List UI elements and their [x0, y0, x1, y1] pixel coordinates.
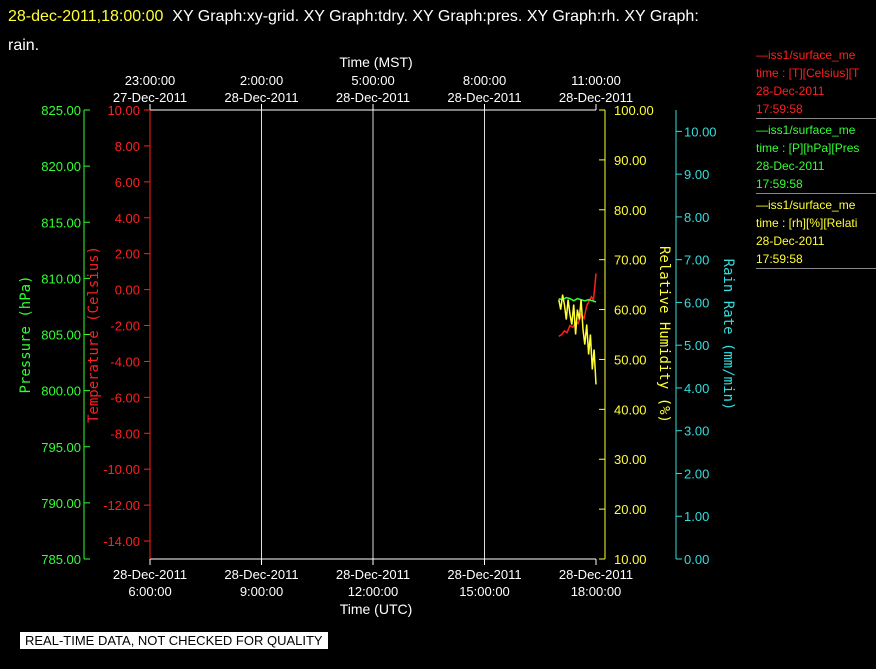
rain-tick-label: 3.00 — [684, 424, 709, 439]
rh-tick-label: 10.00 — [614, 552, 647, 567]
rain-tick-label: 4.00 — [684, 381, 709, 396]
temperature-tick-label: 4.00 — [115, 211, 140, 226]
temperature-tick-label: 2.00 — [115, 247, 140, 262]
rain-tick-label: 10.00 — [684, 124, 717, 139]
temperature-tick-label: 10.00 — [107, 103, 140, 118]
temperature-tick-label: -4.00 — [110, 354, 140, 369]
x-top-tick-time: 23:00:00 — [125, 73, 176, 88]
pressure-tick-label: 785.00 — [41, 552, 81, 567]
grid — [261, 110, 485, 559]
pressure-tick-label: 805.00 — [41, 328, 81, 343]
legend-time: 17:59:58 — [756, 177, 803, 191]
pressure-axis-title: Pressure (hPa) — [18, 275, 34, 393]
legend-entry: —iss1/surface_metime : [P][hPa][Pres 28-D… — [756, 121, 876, 194]
temperature-axis-title: Temperature (Celsius) — [86, 246, 102, 423]
x-bottom-tick-date: 28-Dec-2011 — [336, 567, 410, 582]
qc-notice: REAL-TIME DATA, NOT CHECKED FOR QUALITY — [20, 632, 328, 649]
legend-name: —iss1/surface_me — [756, 198, 856, 212]
rh-tick-label: 90.00 — [614, 153, 647, 168]
legend-time: 17:59:58 — [756, 102, 803, 116]
rh-axis-title: Relative Humidity (%) — [656, 246, 672, 423]
temperature-tick-label: -8.00 — [110, 426, 140, 441]
rh-tick-label: 50.00 — [614, 352, 647, 367]
x-bottom-tick-date: 28-Dec-2011 — [113, 567, 187, 582]
legend-name: —iss1/surface_me — [756, 123, 856, 137]
pressure-tick-label: 790.00 — [41, 496, 81, 511]
rain-tick-label: 2.00 — [684, 466, 709, 481]
x-top-tick-time: 8:00:00 — [463, 73, 506, 88]
rh-tick-label: 80.00 — [614, 203, 647, 218]
rain-tick-label: 7.00 — [684, 253, 709, 268]
x-top-tick-date: 28-Dec-2011 — [447, 90, 521, 105]
rh-tick-label: 20.00 — [614, 502, 647, 517]
legend-time: 17:59:58 — [756, 252, 803, 266]
x-bottom-tick-time: 6:00:00 — [128, 584, 171, 599]
x-bottom-tick-time: 9:00:00 — [240, 584, 283, 599]
bottom-x-axis-label: Time (UTC) — [340, 601, 413, 617]
pressure-tick-label: 825.00 — [41, 103, 81, 118]
rain-tick-label: 5.00 — [684, 338, 709, 353]
x-bottom-tick-time: 15:00:00 — [459, 584, 510, 599]
rain-tick-label: 9.00 — [684, 167, 709, 182]
x-bottom-tick-time: 18:00:00 — [571, 584, 622, 599]
legend-desc: time : [rh][%][Relati — [756, 216, 858, 230]
legend-desc: time : [P][hPa][Pres — [756, 141, 860, 155]
pressure-tick-label: 815.00 — [41, 215, 81, 230]
xy-graph: 28-Dec-20116:00:0023:00:0027-Dec-201128-… — [18, 54, 736, 617]
pressure-tick-label: 800.00 — [41, 384, 81, 399]
temperature-tick-label: -14.00 — [103, 534, 140, 549]
rh-tick-label: 30.00 — [614, 452, 647, 467]
axes: 28-Dec-20116:00:0023:00:0027-Dec-201128-… — [18, 73, 736, 599]
pressure-tick-label: 820.00 — [41, 159, 81, 174]
legend-date: 28-Dec-2011 — [756, 84, 825, 98]
rain-tick-label: 6.00 — [684, 295, 709, 310]
legend-name: —iss1/surface_me — [756, 48, 856, 62]
rain-tick-label: 1.00 — [684, 509, 709, 524]
rh-tick-label: 70.00 — [614, 253, 647, 268]
temperature-tick-label: -2.00 — [110, 319, 140, 334]
top-x-axis-label: Time (MST) — [339, 54, 412, 70]
x-top-tick-time: 2:00:00 — [240, 73, 283, 88]
series-group — [558, 273, 597, 385]
rh-tick-label: 60.00 — [614, 303, 647, 318]
rain-tick-label: 8.00 — [684, 210, 709, 225]
series-line-rh — [558, 294, 597, 385]
x-bottom-tick-date: 28-Dec-2011 — [224, 567, 298, 582]
temperature-tick-label: 6.00 — [115, 175, 140, 190]
legend-desc: time : [T][Celsius][T — [756, 66, 860, 80]
temperature-tick-label: -6.00 — [110, 390, 140, 405]
temperature-tick-label: 0.00 — [115, 283, 140, 298]
temperature-tick-label: -12.00 — [103, 498, 140, 513]
x-bottom-tick-date: 28-Dec-2011 — [559, 567, 633, 582]
x-top-tick-time: 11:00:00 — [571, 73, 621, 88]
rh-tick-label: 100.00 — [614, 103, 654, 118]
temperature-tick-label: 8.00 — [115, 139, 140, 154]
temperature-tick-label: -10.00 — [103, 462, 140, 477]
legend-date: 28-Dec-2011 — [756, 159, 825, 173]
legend: —iss1/surface_me time : [T][Celsius][T 28-… — [756, 46, 876, 271]
x-top-tick-time: 5:00:00 — [351, 73, 394, 88]
x-top-tick-date: 28-Dec-2011 — [224, 90, 298, 105]
legend-entry: —iss1/surface_metime : [T][Celsius][T 28-… — [756, 46, 876, 119]
rain-axis-title: Rain Rate (mm/min) — [720, 259, 736, 411]
x-top-tick-date: 28-Dec-2011 — [336, 90, 410, 105]
pressure-tick-label: 810.00 — [41, 271, 81, 286]
legend-entry: —iss1/surface_metime : [rh][%][Relati 28-… — [756, 196, 876, 269]
x-bottom-tick-date: 28-Dec-2011 — [447, 567, 521, 582]
legend-date: 28-Dec-2011 — [756, 234, 825, 248]
pressure-tick-label: 795.00 — [41, 440, 81, 455]
rh-tick-label: 40.00 — [614, 402, 647, 417]
x-bottom-tick-time: 12:00:00 — [348, 584, 399, 599]
rain-tick-label: 0.00 — [684, 552, 709, 567]
